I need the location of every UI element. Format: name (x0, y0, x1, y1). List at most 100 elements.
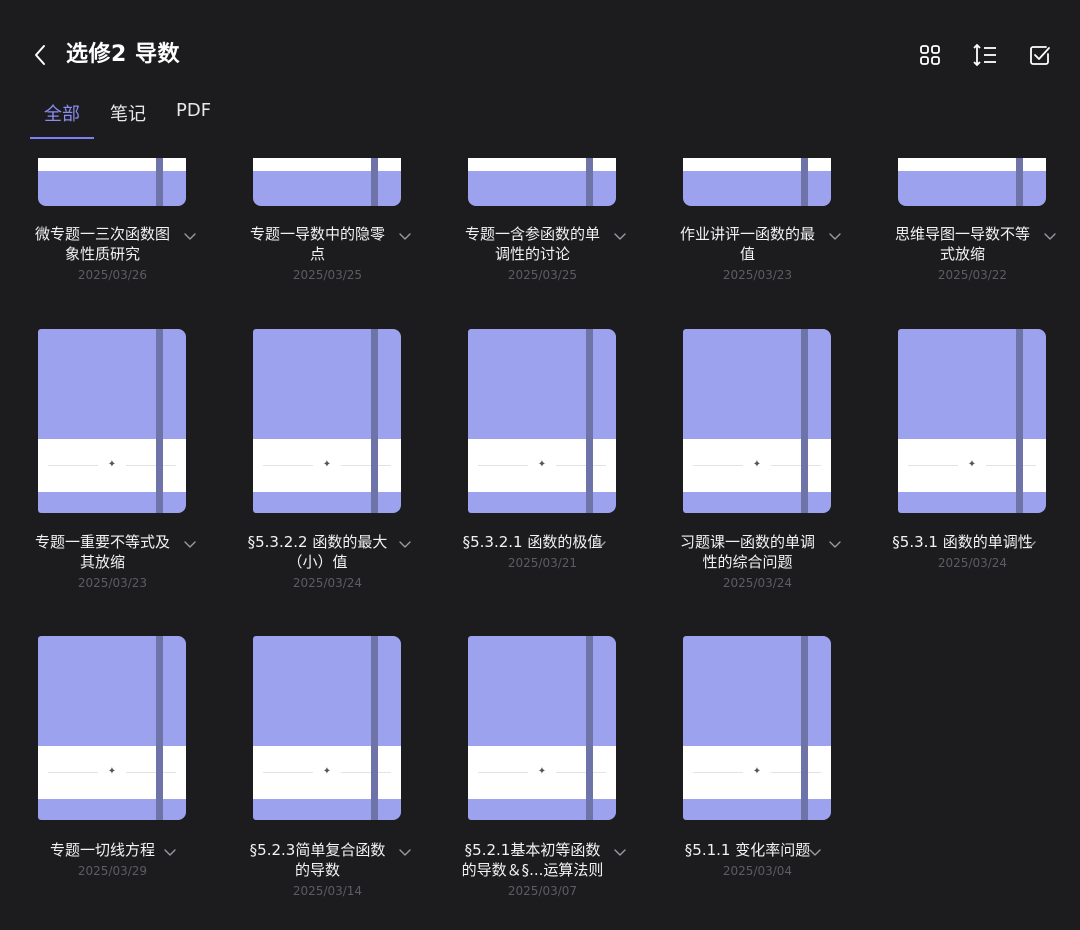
sparkle-icon: ✦ (322, 766, 332, 777)
cover-divider (48, 772, 98, 773)
notebook-title: 思维导图一导数不等 式放缩 (880, 224, 1045, 264)
grid-view-button[interactable] (913, 38, 947, 72)
more-options-button[interactable] (1023, 536, 1037, 550)
notebook-date: 2025/03/23 (722, 268, 793, 282)
notebook-cover[interactable] (468, 158, 616, 206)
notebook-date: 2025/03/14 (292, 884, 363, 898)
cover-divider (478, 465, 528, 466)
cover-divider (126, 465, 176, 466)
cover-band: ✦ (253, 439, 401, 492)
more-options-button[interactable] (613, 844, 627, 858)
cover-spine (801, 636, 808, 820)
notebook-cover[interactable]: ✦ (898, 329, 1046, 513)
notebook-title-line1: 微专题一三次函数图 (34, 225, 170, 243)
cover-spine (371, 636, 378, 820)
more-options-button[interactable] (398, 536, 412, 550)
cover-divider (263, 465, 313, 466)
tab-notes-label: 笔记 (110, 104, 146, 125)
chevron-down-icon (184, 233, 196, 240)
notebook-cover[interactable]: ✦ (38, 636, 186, 820)
tab-all[interactable]: 全部 (44, 100, 80, 140)
notebook-date: 2025/03/07 (507, 884, 578, 898)
more-options-button[interactable] (828, 228, 842, 242)
notebook-title-line2: 象性质研究 (64, 245, 140, 263)
notebook-title-line1: §5.2.3简单复合函数 (249, 841, 386, 859)
cover-divider (771, 465, 821, 466)
notebook-cover[interactable] (38, 158, 186, 206)
notebook-cover[interactable]: ✦ (683, 329, 831, 513)
cover-spine (371, 158, 378, 206)
sparkle-icon: ✦ (537, 766, 547, 777)
notebook-title-line2: 的导数 (294, 861, 340, 879)
more-options-button[interactable] (163, 844, 177, 858)
notebook-title: 微专题一三次函数图 象性质研究 (20, 224, 185, 264)
chevron-down-icon (1044, 233, 1056, 240)
cover-band (468, 158, 616, 171)
chevron-down-icon (614, 233, 626, 240)
tab-all-label: 全部 (44, 104, 80, 125)
chevron-down-icon (164, 849, 176, 856)
cover-spine (801, 329, 808, 513)
notebook-title-line1: 习题课一函数的单调 (679, 533, 815, 551)
notebook-title-line1: §5.3.2.2 函数的最大 (247, 533, 388, 551)
sparkle-icon: ✦ (752, 459, 762, 470)
sort-button[interactable] (968, 38, 1002, 72)
notebook-title: §5.3.2.2 函数的最大 （小）值 (235, 532, 400, 572)
chevron-down-icon (829, 541, 841, 548)
notebook-title-line2: 值 (739, 245, 755, 263)
cover-band: ✦ (253, 746, 401, 799)
notebook-title: 习题课一函数的单调 性的综合问题 (665, 532, 830, 572)
cover-band: ✦ (683, 746, 831, 799)
tab-notes[interactable]: 笔记 (110, 100, 146, 140)
notebook-cover[interactable] (253, 158, 401, 206)
tab-pdf[interactable]: PDF (176, 100, 211, 140)
more-options-button[interactable] (398, 844, 412, 858)
cover-spine (586, 329, 593, 513)
cover-band (683, 158, 831, 171)
chevron-down-icon (184, 541, 196, 548)
notebook-cover[interactable]: ✦ (683, 636, 831, 820)
notebook-cover[interactable]: ✦ (253, 636, 401, 820)
notebook-cover[interactable]: ✦ (468, 329, 616, 513)
chevron-down-icon (829, 233, 841, 240)
more-options-button[interactable] (183, 228, 197, 242)
more-options-button[interactable] (613, 228, 627, 242)
sparkle-icon: ✦ (107, 766, 117, 777)
more-options-button[interactable] (808, 844, 822, 858)
notebook-cover[interactable]: ✦ (468, 636, 616, 820)
notebook-title-line1: 作业讲评一函数的最 (679, 225, 815, 243)
chevron-down-icon (594, 541, 606, 548)
notebook-title: 专题一切线方程 (20, 840, 185, 860)
notebook-date: 2025/03/25 (507, 268, 578, 282)
notebook-cover[interactable] (683, 158, 831, 206)
more-options-button[interactable] (183, 536, 197, 550)
chevron-down-icon (809, 849, 821, 856)
cover-divider (263, 772, 313, 773)
cover-band: ✦ (468, 439, 616, 492)
more-options-button[interactable] (1043, 228, 1057, 242)
notebook-date: 2025/03/26 (77, 268, 148, 282)
more-options-button[interactable] (398, 228, 412, 242)
cover-spine (156, 158, 163, 206)
cover-band: ✦ (898, 439, 1046, 492)
notebook-grid: 微专题一三次函数图 象性质研究 2025/03/26 专题一导数中的隐零点 2025/0… (0, 158, 1080, 930)
chevron-left-icon (35, 45, 45, 65)
select-button[interactable] (1022, 38, 1056, 72)
back-button[interactable] (26, 38, 56, 72)
header: 选修2 导数 (0, 0, 1080, 110)
chevron-down-icon (399, 541, 411, 548)
more-options-button[interactable] (828, 536, 842, 550)
notebook-date: 2025/03/04 (722, 864, 793, 878)
cover-divider (693, 772, 743, 773)
notebook-title: 专题一重要不等式及 其放缩 (20, 532, 185, 572)
checkbox-select-icon (1030, 46, 1050, 65)
sparkle-icon: ✦ (322, 459, 332, 470)
notebook-cover[interactable]: ✦ (38, 329, 186, 513)
notebook-date: 2025/03/22 (937, 268, 1008, 282)
more-options-button[interactable] (593, 536, 607, 550)
notebook-cover[interactable]: ✦ (253, 329, 401, 513)
notebook-cover[interactable] (898, 158, 1046, 206)
notebook-title: §5.1.1 变化率问题 (665, 840, 830, 860)
cover-divider (693, 465, 743, 466)
cover-divider (341, 772, 391, 773)
